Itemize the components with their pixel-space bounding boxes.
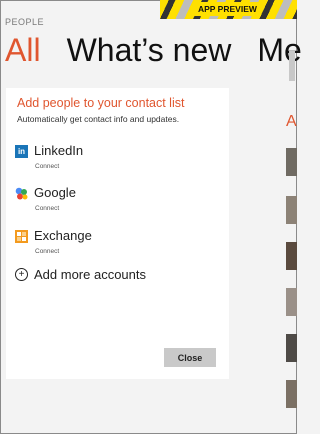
account-exchange[interactable]: Exchange Connect bbox=[15, 228, 215, 258]
linkedin-icon: in bbox=[15, 145, 28, 158]
account-name: Exchange bbox=[34, 228, 92, 243]
app-title: PEOPLE bbox=[5, 17, 45, 27]
contact-thumbnail[interactable] bbox=[286, 334, 297, 362]
contact-thumbnail[interactable] bbox=[286, 148, 297, 176]
add-more-accounts[interactable]: + Add more accounts bbox=[15, 267, 215, 285]
app-preview-banner: APP PREVIEW bbox=[160, 0, 297, 19]
account-google[interactable]: Google Connect bbox=[15, 185, 215, 215]
pivot-all[interactable]: All bbox=[5, 32, 41, 68]
card-title: Add people to your contact list bbox=[17, 96, 185, 110]
exchange-icon bbox=[15, 230, 28, 243]
account-connect-link[interactable]: Connect bbox=[35, 205, 59, 212]
account-linkedin[interactable]: in LinkedIn Connect bbox=[15, 143, 215, 173]
account-connect-link[interactable]: Connect bbox=[35, 163, 59, 170]
contact-thumbnail[interactable] bbox=[286, 380, 297, 408]
contacts-column: A bbox=[275, 88, 297, 408]
section-letter: A bbox=[286, 113, 297, 130]
card-subtitle: Automatically get contact info and updat… bbox=[17, 114, 180, 124]
account-connect-link[interactable]: Connect bbox=[35, 248, 59, 255]
google-icon bbox=[15, 187, 28, 200]
account-name: LinkedIn bbox=[34, 143, 84, 158]
contact-thumbnail[interactable] bbox=[286, 196, 297, 224]
add-circle-icon: + bbox=[15, 268, 28, 281]
contact-thumbnail[interactable] bbox=[286, 242, 297, 270]
pivot-whats-new[interactable]: What’s new bbox=[67, 32, 232, 68]
close-button[interactable]: Close bbox=[164, 348, 216, 367]
add-more-label: Add more accounts bbox=[34, 267, 147, 282]
scrollbar[interactable] bbox=[289, 51, 295, 81]
pivot-header: All What’s new Me bbox=[5, 30, 320, 70]
pivot-me[interactable]: Me bbox=[257, 32, 301, 68]
add-accounts-card: Add people to your contact list Automati… bbox=[6, 88, 229, 379]
contact-thumbnail[interactable] bbox=[286, 288, 297, 316]
banner-label: APP PREVIEW bbox=[190, 2, 264, 16]
account-name: Google bbox=[34, 185, 76, 200]
